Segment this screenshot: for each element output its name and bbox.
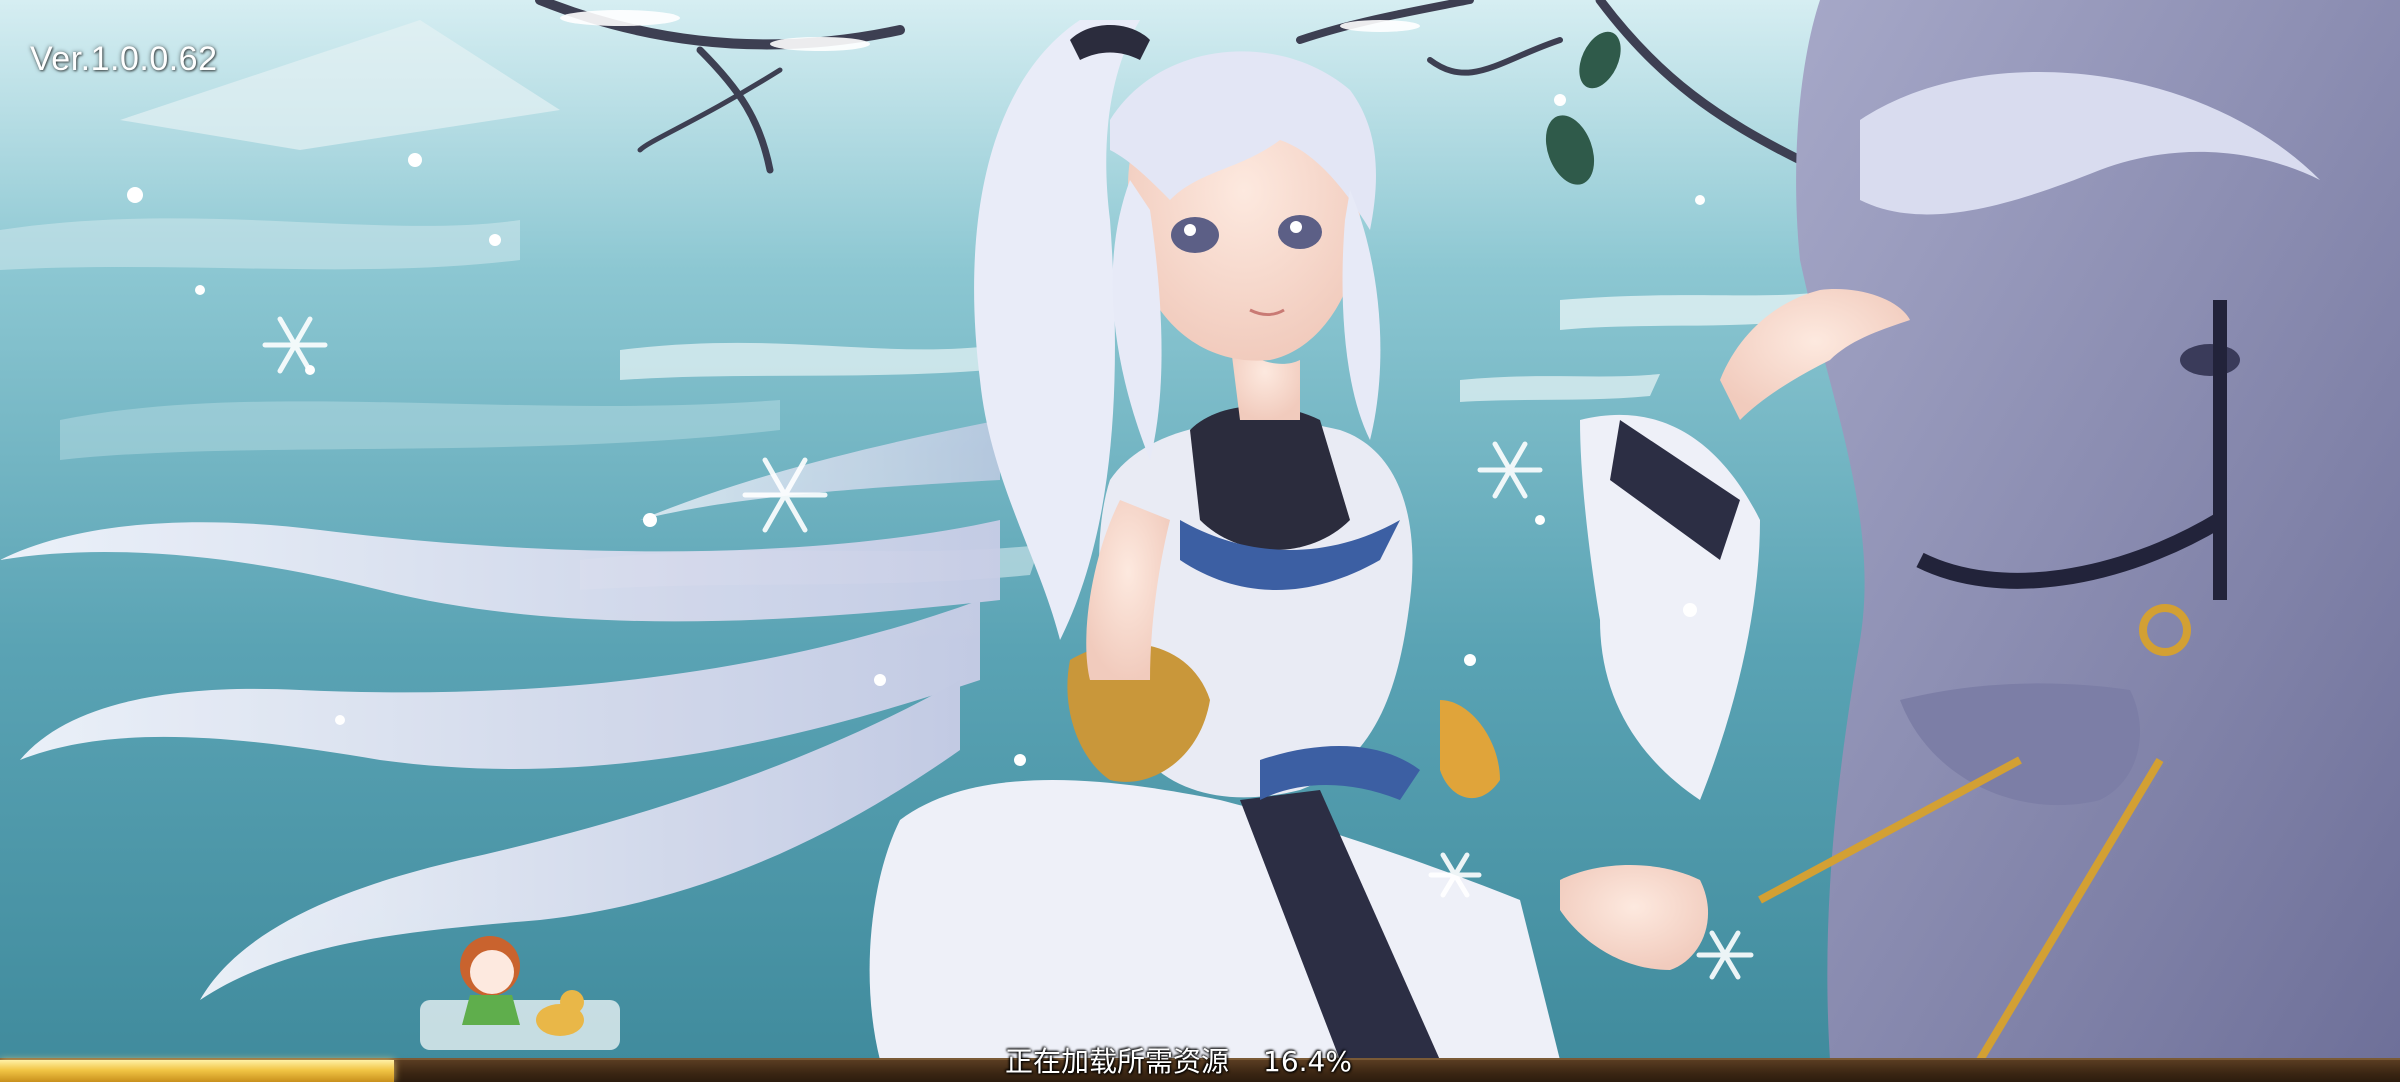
loading-status: 正在加载所需资源 16.4%	[1005, 1040, 1352, 1080]
splash-artwork	[0, 0, 2400, 1080]
loading-percent: 16.4%	[1263, 1045, 1352, 1078]
version-label: Ver.1.0.0.62	[30, 40, 218, 78]
loading-status-text: 正在加载所需资源	[1005, 1045, 1230, 1078]
loading-progress-fill	[0, 1060, 394, 1082]
